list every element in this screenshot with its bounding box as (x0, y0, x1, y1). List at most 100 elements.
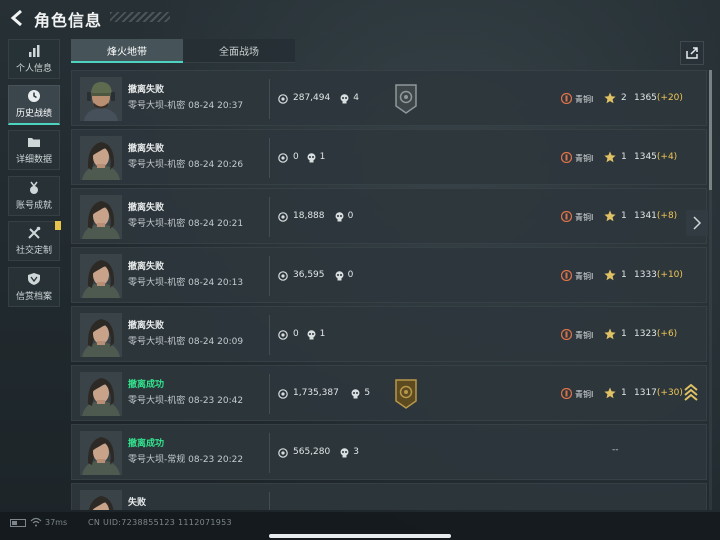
medal-icon (30, 181, 38, 194)
home-indicator[interactable] (269, 534, 451, 538)
map-and-time: 零号大坝-机密 08-24 20:09 (128, 334, 243, 347)
loot-value: 287,494 (293, 93, 331, 103)
operator-avatar (80, 490, 122, 510)
loot-value: 565,280 (293, 447, 331, 457)
map-name: 零号大坝-机密 (128, 396, 186, 406)
map-name: 零号大坝-机密 (128, 337, 186, 347)
match-row[interactable]: 撤离失败 零号大坝-机密 08-24 20:37 287,494 4 青铜I 2 1365(… (71, 70, 707, 126)
map-and-time: 零号大坝-常规 08-23 20:22 (128, 452, 243, 465)
star-count: 1 (621, 211, 627, 221)
points-value: 1333 (634, 270, 657, 280)
kills-skull-icon (340, 448, 349, 458)
rank-up-chevrons-icon (684, 383, 698, 401)
rank-badge-icon (561, 211, 572, 222)
sidebar-item-label: 社交定制 (15, 246, 52, 257)
kill-count: 3 (353, 447, 359, 457)
match-row[interactable]: 撤离失败 零号大坝-机密 08-24 20:09 0 1 青铜I 1 1323(+6) (71, 306, 707, 362)
map-and-time: 零号大坝-机密 08-24 20:37 (128, 98, 243, 111)
rank-points: 1333(+10) (634, 270, 683, 280)
rank-name: 青铜I (575, 390, 594, 399)
kill-count: 1 (319, 329, 326, 339)
operator-avatar (80, 254, 122, 298)
scrollbar-thumb[interactable] (709, 70, 712, 190)
match-time: 08-24 20:09 (188, 337, 244, 347)
match-row[interactable]: 失败 (71, 483, 707, 510)
folder-icon (28, 138, 40, 148)
extraction-status: 失败 (128, 498, 147, 508)
bar-chart-icon (29, 45, 40, 57)
kills-skull-icon (351, 389, 360, 399)
scroll-next-button[interactable] (686, 210, 708, 236)
rank-badge-icon (561, 152, 572, 163)
map-and-time: 零号大坝-机密 08-24 20:26 (128, 157, 243, 170)
star-count: 2 (621, 93, 627, 103)
map-and-time: 零号大坝-机密 08-23 20:42 (128, 393, 243, 406)
match-row[interactable]: 撤离失败 零号大坝-机密 08-24 20:21 18,888 0 青铜I 1 1341(+… (71, 188, 707, 244)
value-coin-icon (278, 94, 288, 104)
rank-points-empty: -- (612, 445, 619, 455)
kill-count: 0 (347, 270, 354, 280)
rank-points: 1323(+6) (634, 329, 677, 339)
gold-emblem-icon (395, 379, 417, 409)
scrollbar[interactable] (709, 70, 712, 510)
kill-count: 1 (319, 152, 326, 162)
star-count: 1 (621, 388, 627, 398)
kills-skull-icon (307, 330, 316, 340)
sidebar-item[interactable]: 个人信息 (8, 39, 60, 79)
page-title: 角色信息 (34, 11, 103, 30)
match-row[interactable]: 撤离成功 零号大坝-机密 08-23 20:42 1,735,387 5 青铜I 1 131… (71, 365, 707, 421)
map-name: 零号大坝-机密 (128, 278, 186, 288)
sidebar-item[interactable]: 社交定制 (8, 221, 61, 262)
rank-name: 青铜I (575, 331, 594, 340)
star-icon (604, 328, 616, 340)
row-divider (269, 197, 270, 237)
points-value: 1341 (634, 211, 657, 221)
rank-name: 青铜I (575, 272, 594, 281)
match-time: 08-24 20:13 (188, 278, 244, 288)
kill-count: 4 (353, 93, 359, 103)
operator-avatar (80, 372, 122, 416)
sidebar-item-label: 历史战绩 (15, 109, 52, 120)
star-icon (604, 387, 616, 399)
rank-points: 1317(+30) (634, 388, 683, 398)
sidebar-item[interactable]: 历史战绩 (8, 84, 60, 125)
rank-badge-icon (561, 388, 572, 399)
tab-extraction-zone[interactable]: 烽火地带 (71, 39, 183, 63)
back-arrow-icon[interactable] (8, 8, 28, 28)
match-time: 08-24 20:21 (188, 219, 244, 229)
sidebar-item[interactable]: 账号成就 (8, 175, 60, 216)
rank-points: 1345(+4) (634, 152, 677, 162)
points-delta: (+30) (656, 388, 683, 398)
sidebar-item[interactable]: 详细数据 (8, 130, 60, 171)
row-divider (269, 492, 270, 510)
value-coin-icon (278, 448, 288, 458)
sidebar-item[interactable]: 信赏档案 (8, 266, 60, 307)
extraction-status: 撤离失败 (128, 144, 165, 154)
points-delta: (+6) (656, 329, 678, 339)
points-value: 1365 (634, 93, 657, 103)
operator-avatar (80, 195, 122, 239)
match-row[interactable]: 撤离失败 零号大坝-机密 08-24 20:26 0 1 青铜I 1 1345(+4) (71, 129, 707, 185)
tab-full-battlefield[interactable]: 全面战场 (183, 39, 295, 63)
rank-badge-icon (561, 329, 572, 340)
share-button[interactable] (680, 41, 704, 65)
points-value: 1323 (634, 329, 657, 339)
extraction-status: 撤离成功 (128, 439, 165, 449)
header: 角色信息 (0, 0, 720, 36)
tools-icon (28, 227, 41, 240)
star-icon (604, 210, 616, 222)
title-decoration (110, 12, 170, 22)
map-name: 零号大坝-常规 (128, 455, 186, 465)
match-time: 08-23 20:42 (188, 396, 244, 406)
map-name: 零号大坝-机密 (128, 219, 186, 229)
match-row[interactable]: 撤离成功零号大坝-常规 08-23 20:22 565,280 3 -- (71, 424, 707, 480)
map-and-time: 零号大坝-机密 08-24 20:21 (128, 216, 243, 229)
uid-text: CN UID:7238855123 1112071953 (88, 518, 232, 527)
ping-readout: 37ms (45, 518, 68, 527)
sidebar-item-label: 详细数据 (15, 155, 52, 166)
row-divider (269, 256, 270, 296)
loot-value: 0 (293, 152, 299, 162)
loot-value: 36,595 (293, 270, 325, 280)
match-row[interactable]: 撤离失败 零号大坝-机密 08-24 20:13 36,595 0 青铜I 1 1333(+… (71, 247, 707, 303)
value-coin-icon (278, 271, 288, 281)
